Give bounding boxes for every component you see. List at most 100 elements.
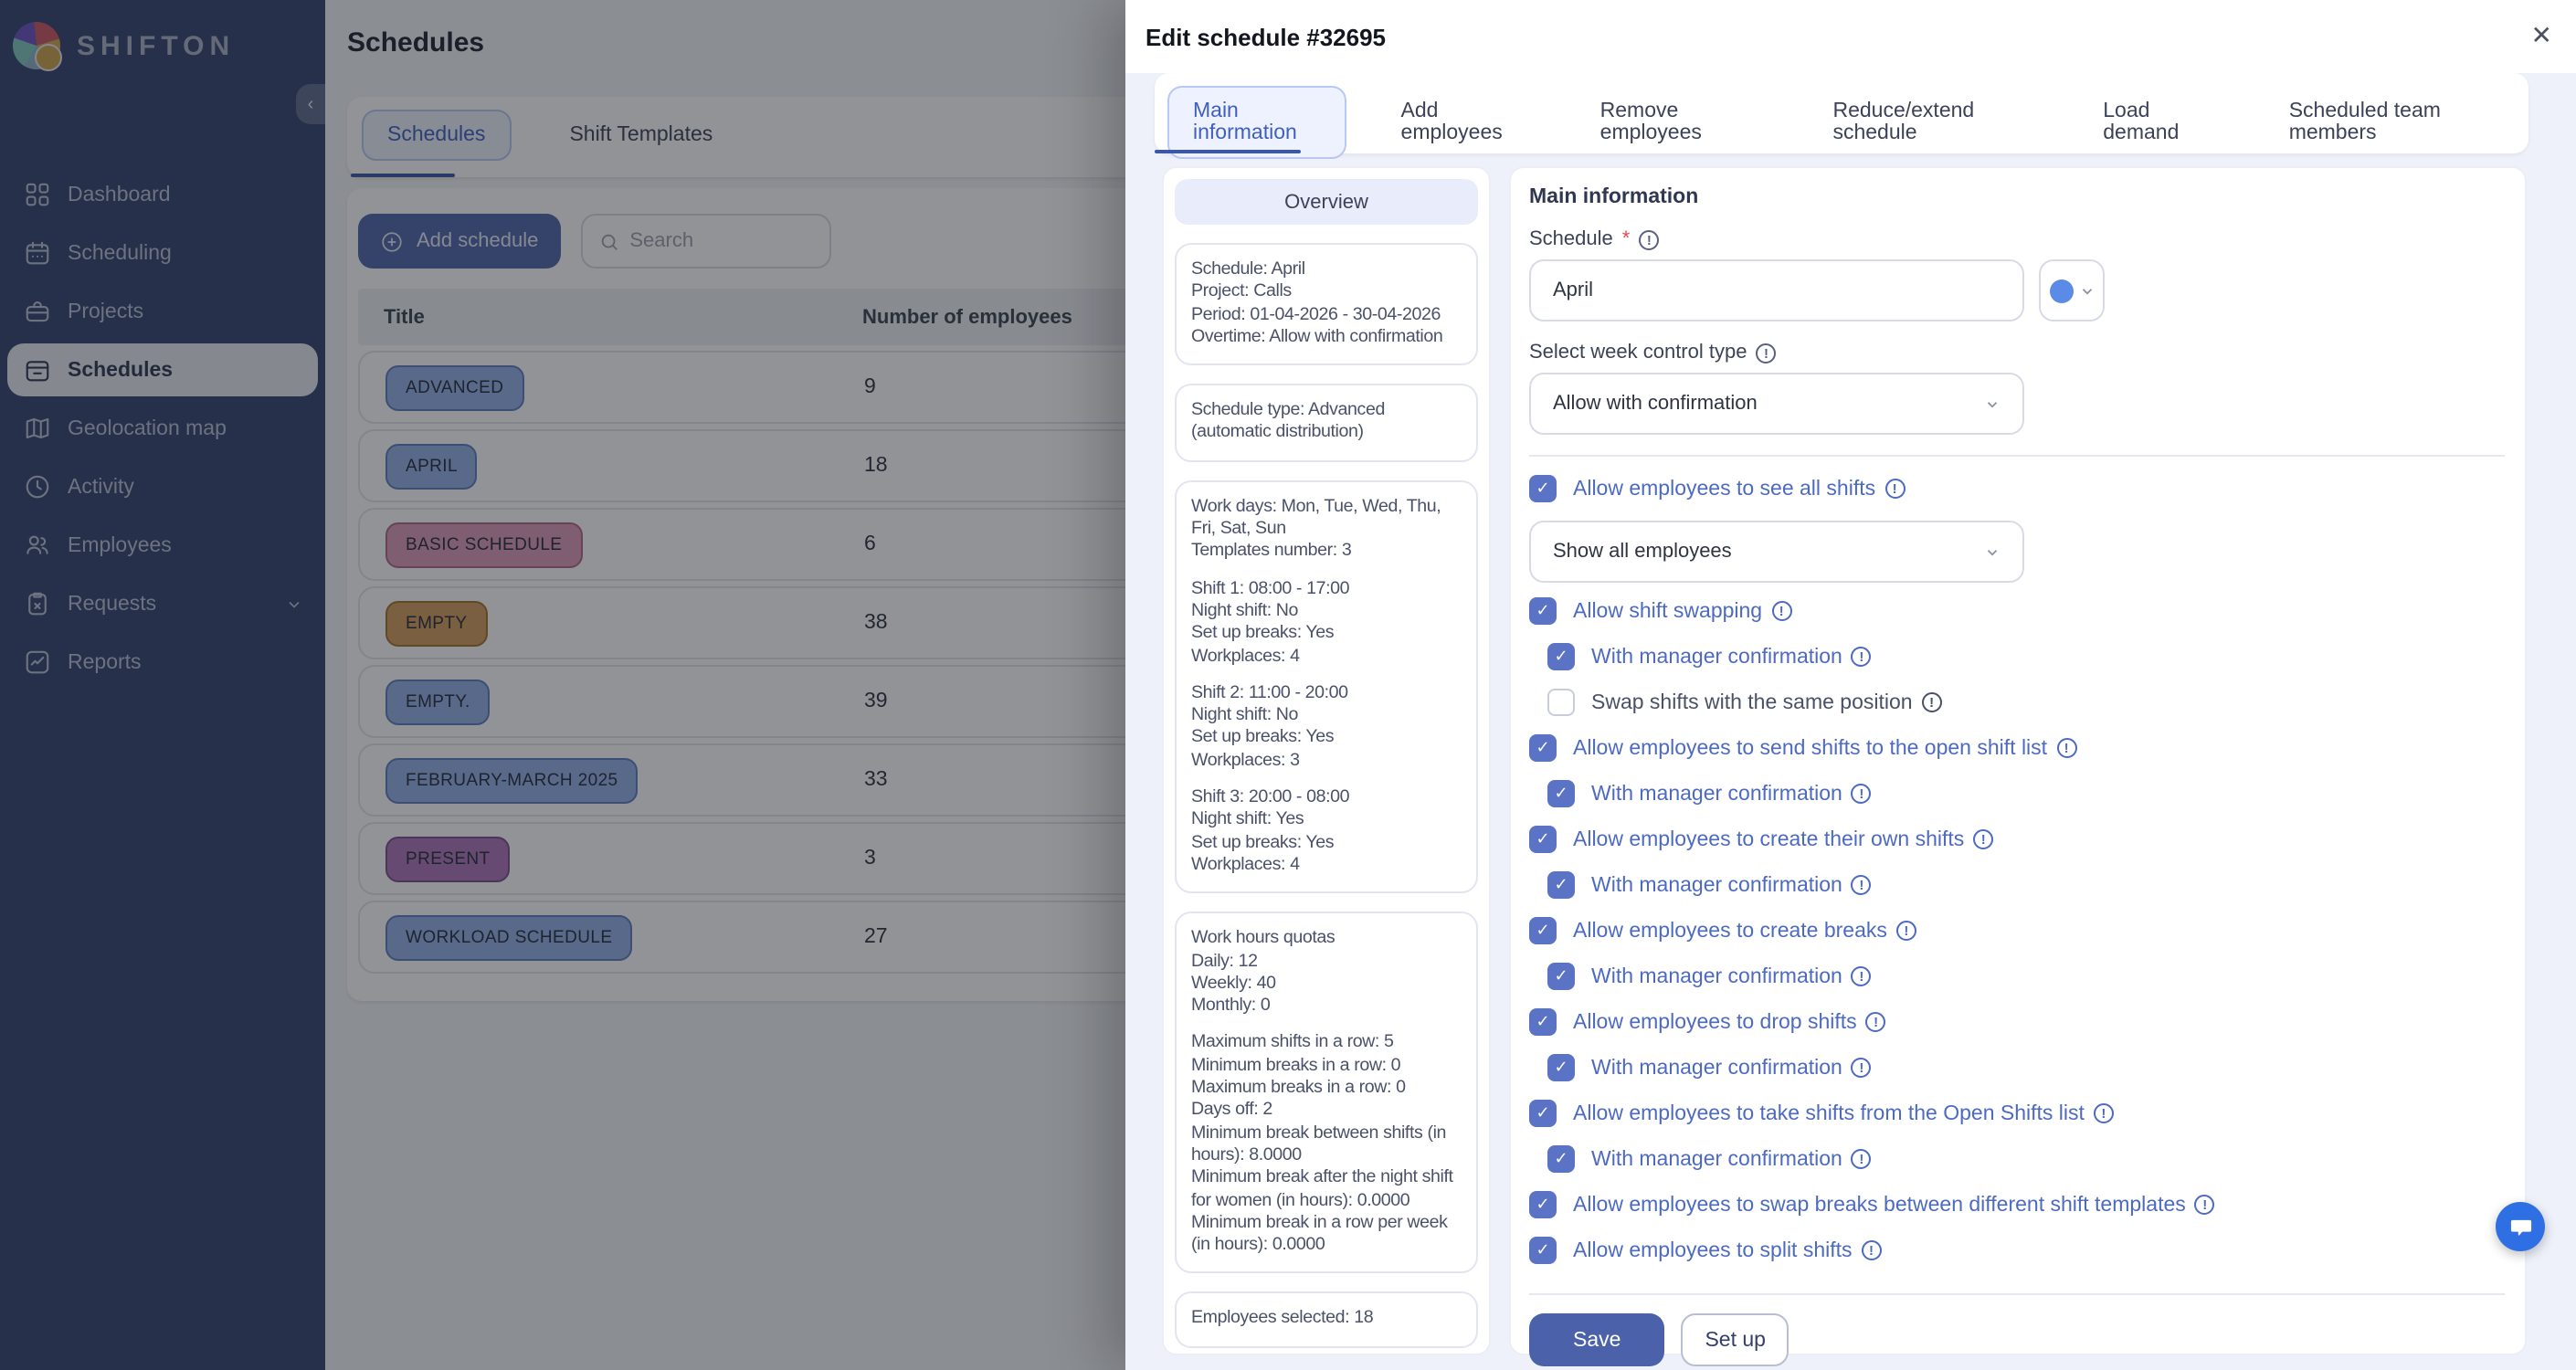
info-icon[interactable]: ! bbox=[1896, 921, 1916, 941]
form-heading: Main information bbox=[1529, 186, 2505, 208]
week-control-label: Select week control type ! bbox=[1529, 342, 2505, 364]
modal-panels: Overview Schedule: AprilProject: CallsPe… bbox=[1162, 166, 2527, 1355]
info-icon[interactable]: ! bbox=[1639, 229, 1659, 249]
checkbox-label: Allow employees to send shifts to the op… bbox=[1573, 737, 2047, 759]
checkbox-row[interactable]: ✓ Allow employees to take shifts from th… bbox=[1529, 1100, 2505, 1127]
info-icon[interactable]: ! bbox=[1852, 784, 1872, 804]
checkbox[interactable]: ✓ bbox=[1547, 643, 1575, 670]
info-icon[interactable]: ! bbox=[2094, 1103, 2114, 1123]
checkbox[interactable]: ✓ bbox=[1547, 1054, 1575, 1081]
main-information-panel: Main information Schedule * ! April bbox=[1509, 166, 2527, 1355]
info-icon[interactable]: ! bbox=[1973, 829, 1993, 849]
info-icon[interactable]: ! bbox=[1866, 1012, 1886, 1032]
checkbox[interactable]: ✓ bbox=[1547, 1145, 1575, 1173]
check-icon: ✓ bbox=[1554, 1058, 1568, 1078]
checkbox-label: With manager confirmation bbox=[1591, 783, 1842, 805]
info-icon[interactable]: ! bbox=[2056, 738, 2076, 758]
overview-header[interactable]: Overview bbox=[1175, 179, 1478, 225]
info-icon[interactable]: ! bbox=[1852, 966, 1872, 986]
overview-line: Monthly: 0 bbox=[1191, 996, 1462, 1018]
info-icon[interactable]: ! bbox=[1756, 342, 1776, 363]
overview-line: Minimum breaks in a row: 0 bbox=[1191, 1055, 1462, 1078]
chat-widget-button[interactable] bbox=[2496, 1202, 2545, 1251]
info-icon[interactable]: ! bbox=[1862, 1240, 1882, 1260]
show-employees-select[interactable]: Show all employees bbox=[1529, 521, 2024, 583]
checkbox-row[interactable]: ✓ Allow shift swapping ! bbox=[1529, 597, 2505, 625]
modal-tab-reduce-extend-schedule[interactable]: Reduce/extend schedule bbox=[1807, 86, 2048, 159]
overview-line: Templates number: 3 bbox=[1191, 542, 1462, 564]
chevron-down-icon bbox=[1984, 543, 2001, 560]
check-icon: ✓ bbox=[1536, 738, 1549, 758]
info-icon[interactable]: ! bbox=[1884, 479, 1905, 499]
checkbox-row[interactable]: ✓ With manager confirmation ! bbox=[1547, 643, 2505, 670]
checkbox-row[interactable]: ✓ With manager confirmation ! bbox=[1547, 1054, 2505, 1081]
check-icon: ✓ bbox=[1536, 1103, 1549, 1123]
modal-tab-add-employees[interactable]: Add employees bbox=[1376, 86, 1546, 159]
checkbox-row[interactable]: ✓ With manager confirmation ! bbox=[1547, 1145, 2505, 1173]
required-asterisk: * bbox=[1622, 228, 1631, 250]
checkbox[interactable]: ✓ bbox=[1529, 917, 1557, 944]
overview-line: Overtime: Allow with confirmation bbox=[1191, 327, 1462, 350]
info-icon[interactable]: ! bbox=[2195, 1195, 2215, 1215]
schedule-name-input[interactable]: April bbox=[1529, 259, 2024, 321]
info-icon[interactable]: ! bbox=[1771, 601, 1791, 621]
overview-line: Project: Calls bbox=[1191, 282, 1462, 305]
checkbox-row[interactable]: ✓ Allow employees to drop shifts ! bbox=[1529, 1008, 2505, 1036]
checkbox-row[interactable]: ✓ Allow employees to swap breaks between… bbox=[1529, 1191, 2505, 1218]
checkbox-row[interactable]: ✓ Allow employees to see all shifts ! bbox=[1529, 475, 2505, 502]
overview-line: Schedule: April bbox=[1191, 259, 1462, 282]
info-icon[interactable]: ! bbox=[1852, 647, 1872, 667]
modal-tab-load-demand[interactable]: Load demand bbox=[2077, 86, 2233, 159]
check-icon: ✓ bbox=[1554, 875, 1568, 895]
info-icon[interactable]: ! bbox=[1852, 1149, 1872, 1169]
checkbox[interactable]: ✓ bbox=[1529, 475, 1557, 502]
info-icon[interactable]: ! bbox=[1852, 875, 1872, 895]
week-control-select[interactable]: Allow with confirmation bbox=[1529, 373, 2024, 435]
checkbox[interactable]: ✓ bbox=[1547, 963, 1575, 990]
setup-button[interactable]: Set up bbox=[1681, 1313, 1789, 1366]
save-button[interactable]: Save bbox=[1529, 1313, 1664, 1366]
close-icon[interactable]: ✕ bbox=[2531, 22, 2552, 47]
overview-line: Minimum break in a row per week (in hour… bbox=[1191, 1213, 1462, 1258]
checkbox-row[interactable]: ✓ With manager confirmation ! bbox=[1547, 780, 2505, 807]
checkbox-row[interactable]: ✓ With manager confirmation ! bbox=[1547, 963, 2505, 990]
modal-tab-scheduled-team-members[interactable]: Scheduled team members bbox=[2264, 86, 2516, 159]
checkbox[interactable]: ✓ bbox=[1547, 871, 1575, 899]
overview-line: Weekly: 40 bbox=[1191, 974, 1462, 996]
modal-tab-main-information[interactable]: Main information bbox=[1167, 86, 1346, 159]
checkbox-row[interactable]: ✓ Swap shifts with the same position ! bbox=[1547, 689, 2505, 716]
schedule-label: Schedule * ! bbox=[1529, 228, 2505, 250]
info-icon[interactable]: ! bbox=[1922, 692, 1942, 712]
modal-title: Edit schedule #32695 bbox=[1145, 24, 1386, 51]
checkbox-label: With manager confirmation bbox=[1591, 965, 1842, 987]
modal-tab-remove-employees[interactable]: Remove employees bbox=[1575, 86, 1779, 159]
overview-group: Schedule: AprilProject: CallsPeriod: 01-… bbox=[1191, 259, 1462, 349]
checkbox[interactable]: ✓ bbox=[1529, 597, 1557, 625]
overview-line: Maximum breaks in a row: 0 bbox=[1191, 1078, 1462, 1101]
overview-group: Shift 2: 11:00 - 20:00Night shift: NoSet… bbox=[1191, 683, 1462, 773]
overview-line: Shift 3: 20:00 - 08:00 bbox=[1191, 787, 1462, 810]
checkbox[interactable]: ✓ bbox=[1529, 1237, 1557, 1264]
check-icon: ✓ bbox=[1554, 784, 1568, 804]
check-icon: ✓ bbox=[1554, 1149, 1568, 1169]
checkbox[interactable]: ✓ bbox=[1529, 1100, 1557, 1127]
info-icon[interactable]: ! bbox=[1852, 1058, 1872, 1078]
checkbox-label: Allow employees to take shifts from the … bbox=[1573, 1102, 2085, 1124]
checkbox[interactable]: ✓ bbox=[1547, 780, 1575, 807]
checkbox[interactable]: ✓ bbox=[1529, 1008, 1557, 1036]
checkbox-row[interactable]: ✓ Allow employees to create their own sh… bbox=[1529, 826, 2505, 853]
screen: SHIFTON ‹ Dashboard Scheduling Projects … bbox=[0, 0, 2576, 1370]
checkbox-row[interactable]: ✓ Allow employees to send shifts to the … bbox=[1529, 734, 2505, 762]
overview-line: Night shift: Yes bbox=[1191, 810, 1462, 833]
checkbox[interactable]: ✓ bbox=[1529, 734, 1557, 762]
checkbox[interactable]: ✓ bbox=[1547, 689, 1575, 716]
checkbox[interactable]: ✓ bbox=[1529, 1191, 1557, 1218]
checkbox-row[interactable]: ✓ Allow employees to split shifts ! bbox=[1529, 1237, 2505, 1264]
checkbox-row[interactable]: ✓ Allow employees to create breaks ! bbox=[1529, 917, 2505, 944]
modal-active-tab-underline bbox=[1155, 149, 1301, 153]
checkbox-row[interactable]: ✓ With manager confirmation ! bbox=[1547, 871, 2505, 899]
checkbox[interactable]: ✓ bbox=[1529, 826, 1557, 853]
schedule-color-picker[interactable] bbox=[2039, 259, 2105, 321]
modal-header: Edit schedule #32695 ✕ bbox=[1125, 0, 2576, 73]
checkbox-label: Swap shifts with the same position bbox=[1591, 691, 1913, 713]
